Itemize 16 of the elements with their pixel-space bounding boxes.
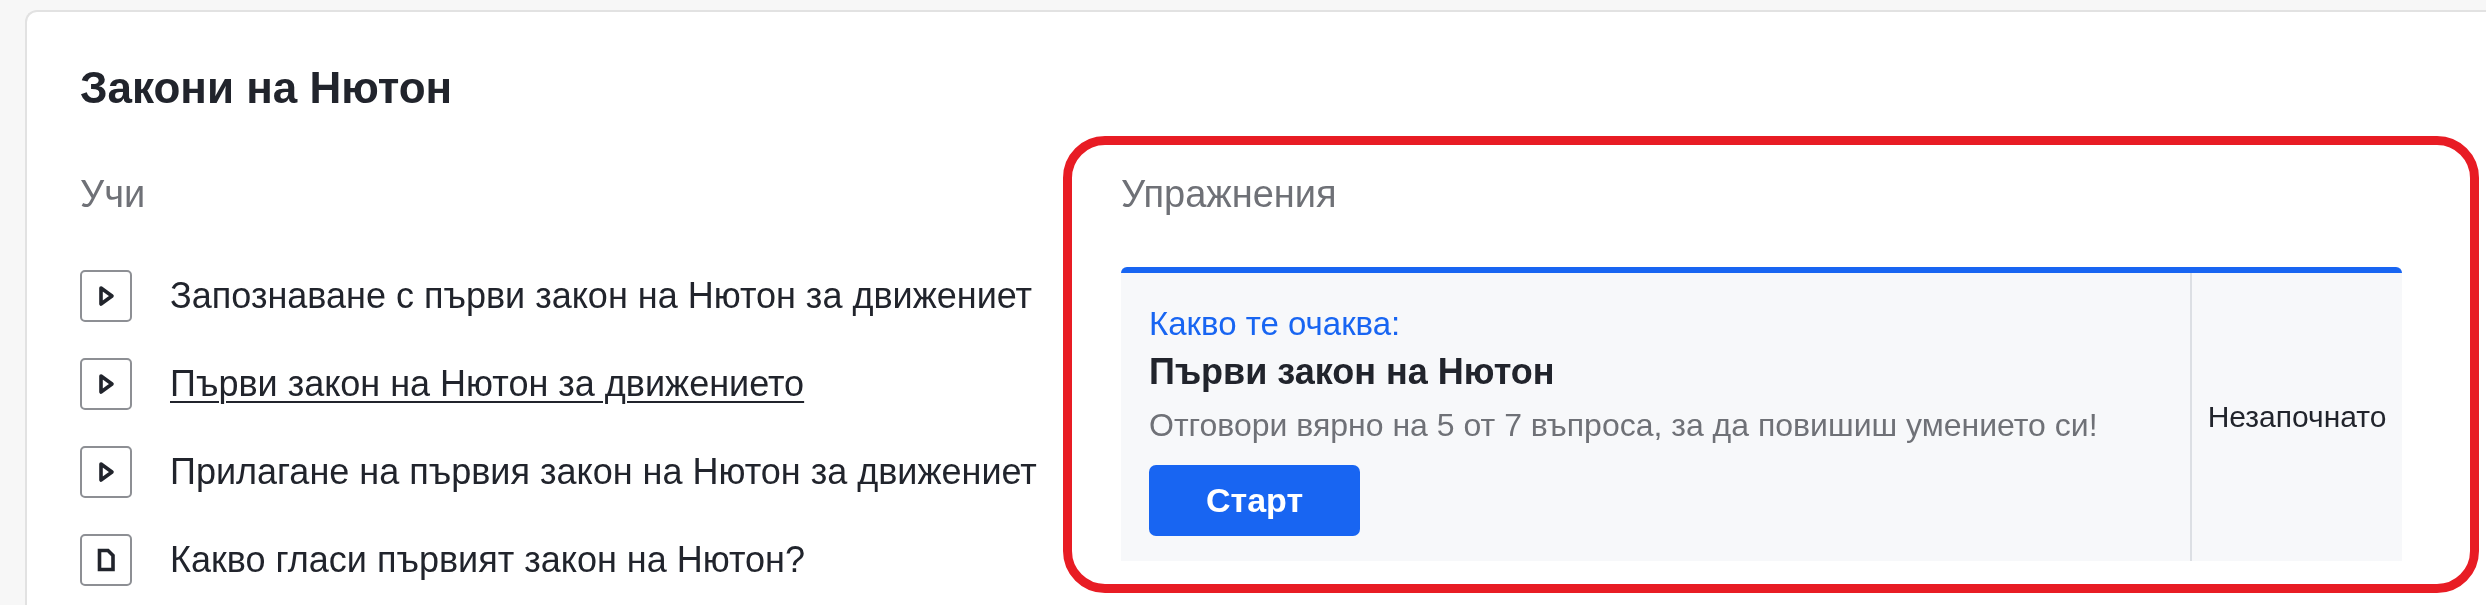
play-icon bbox=[80, 358, 132, 410]
lesson-link[interactable]: Запознаване с първи закон на Нютон за движениет bbox=[170, 274, 1033, 318]
document-icon bbox=[80, 534, 132, 586]
lesson-link[interactable]: Първи закон на Нютон за движението bbox=[170, 362, 805, 406]
lesson-link[interactable]: Какво гласи първият закон на Нютон? bbox=[170, 538, 805, 582]
section-heading: Упражнения bbox=[1121, 172, 1338, 217]
status-label: Незапочнато bbox=[2207, 399, 2387, 435]
lesson-title: Закони на Нютон bbox=[80, 62, 454, 114]
lesson-link[interactable]: Прилагане на първия закон на Нютон за движениет bbox=[170, 450, 1037, 494]
play-icon bbox=[80, 446, 132, 498]
play-icon bbox=[80, 270, 132, 322]
exercise-description: Отговори вярно на 5 от 7 въпроса, за да повишиш умението си! bbox=[1149, 406, 2099, 445]
exercise-title: Първи закон на Нютон bbox=[1149, 350, 1556, 394]
exercise-eyebrow: Какво те очаква: bbox=[1149, 304, 1402, 344]
section-heading: Учи bbox=[80, 172, 147, 217]
start-button[interactable]: Старт bbox=[1149, 465, 1360, 536]
